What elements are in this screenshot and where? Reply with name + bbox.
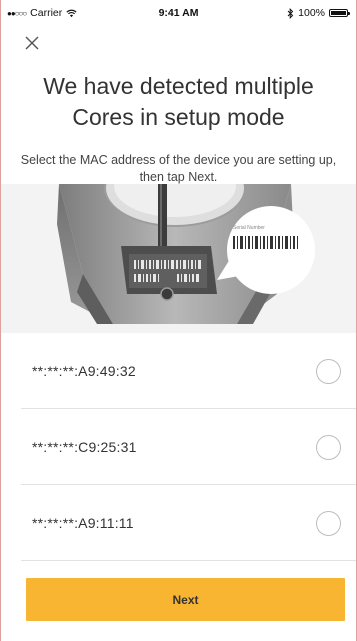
device-option[interactable]: **:**:**:A9:49:32 [21,333,356,409]
status-right: 100% [287,7,350,19]
page-title: We have detected multiple Cores in setup… [1,71,356,133]
battery-icon [329,9,350,17]
radio-button[interactable] [316,359,341,384]
core-device-graphic: Serial Number [57,184,315,324]
radio-button[interactable] [316,511,341,536]
callout-label: Serial Number [233,225,265,231]
radio-button[interactable] [316,435,341,460]
bluetooth-icon [287,7,294,19]
device-illustration: Serial Number [1,184,356,333]
app-screen: ●●○○○ Carrier 9:41 AM 100% We have detec… [0,0,357,641]
mac-address: **:**:**:A9:11:11 [32,515,134,531]
next-button[interactable]: Next [26,578,345,621]
device-option[interactable]: **:**:**:A9:11:11 [21,485,356,561]
battery-percent: 100% [298,7,325,19]
device-option[interactable]: **:**:**:C9:25:31 [21,409,356,485]
title-line-1: We have detected multiple [43,73,314,100]
close-icon[interactable] [23,34,41,52]
instruction-text: Select the MAC address of the device you… [20,152,337,184]
mac-address: **:**:**:C9:25:31 [32,439,137,455]
status-bar: ●●○○○ Carrier 9:41 AM 100% [1,0,356,26]
battery-level [331,11,346,15]
title-line-2: Cores in setup mode [72,104,285,131]
device-list: **:**:**:A9:49:32 **:**:**:C9:25:31 **:*… [1,333,356,561]
mac-address: **:**:**:A9:49:32 [32,363,136,379]
